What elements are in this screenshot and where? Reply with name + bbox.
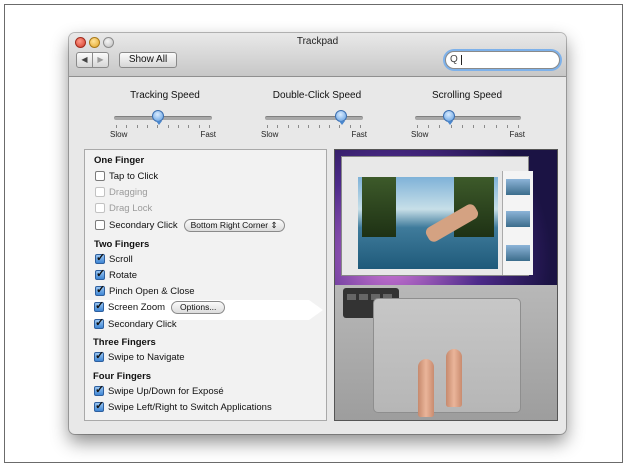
- fast-label: Fast: [509, 130, 525, 139]
- slider-track: [265, 116, 363, 120]
- preview-trackpad-area: [335, 285, 557, 420]
- swipe-expose-checkbox[interactable]: [94, 383, 104, 396]
- section-three-fingers: Three Fingers: [93, 336, 156, 348]
- section-four-fingers: Four Fingers: [93, 370, 152, 382]
- thumbnail-image: [506, 245, 530, 261]
- slider-knob[interactable]: [442, 110, 455, 125]
- swipe-navigate-checkbox[interactable]: [94, 349, 104, 362]
- fast-label: Fast: [200, 130, 216, 139]
- swipe-switch-checkbox[interactable]: [94, 399, 104, 412]
- scrolling-speed-label: Scrolling Speed: [431, 90, 503, 101]
- forward-arrow-icon: ▶: [97, 55, 104, 64]
- titlebar: Trackpad ◀ ▶ Show All Q: [69, 33, 566, 77]
- window-title: Trackpad: [296, 36, 339, 47]
- gesture-preview: [334, 149, 558, 421]
- slow-label: Slow: [261, 130, 279, 139]
- text-cursor: [461, 55, 462, 65]
- swipe-expose-option[interactable]: Swipe Up/Down for Exposé: [94, 383, 224, 398]
- double-click-speed-label: Double-Click Speed: [272, 90, 362, 101]
- screen-zoom-checkbox[interactable]: [94, 299, 104, 312]
- tracking-speed-slider[interactable]: Slow Fast: [110, 110, 216, 141]
- zoom-options-button[interactable]: Options...: [171, 300, 226, 314]
- tracking-speed-label: Tracking Speed: [130, 90, 200, 101]
- secondary-click-two-checkbox[interactable]: [94, 316, 104, 329]
- fast-label: Fast: [351, 130, 367, 139]
- search-field[interactable]: Q: [445, 51, 560, 69]
- scrolling-speed-slider[interactable]: Slow Fast: [411, 110, 525, 141]
- slider-knob[interactable]: [152, 110, 165, 125]
- slow-label: Slow: [411, 130, 429, 139]
- swipe-navigate-option[interactable]: Swipe to Navigate: [94, 349, 185, 364]
- trackpad-surface-image: [373, 298, 521, 417]
- slider-knob[interactable]: [335, 110, 348, 125]
- gesture-options-panel-lower: Screen Zoom Options... Secondary Click T…: [84, 149, 327, 421]
- screen-zoom-option[interactable]: Screen Zoom Options...: [94, 299, 226, 314]
- slider-track: [415, 116, 521, 120]
- swipe-navigate-label: Swipe to Navigate: [108, 351, 185, 363]
- thumbnail-image: [506, 179, 530, 195]
- screen-zoom-label: Screen Zoom: [108, 301, 166, 313]
- slider-ticks: [417, 125, 519, 128]
- swipe-switch-label: Swipe Left/Right to Switch Applications: [108, 401, 272, 413]
- finger-image: [446, 349, 462, 407]
- swipe-switch-option[interactable]: Swipe Left/Right to Switch Applications: [94, 399, 272, 414]
- slider-ticks: [267, 125, 361, 128]
- back-button[interactable]: ◀: [76, 52, 93, 68]
- preview-thumbnails: [502, 171, 533, 275]
- search-icon: Q: [450, 54, 458, 65]
- thumbnail-image: [506, 211, 530, 227]
- secondary-click-two-option[interactable]: Secondary Click: [94, 316, 177, 331]
- back-arrow-icon: ◀: [81, 55, 88, 64]
- finger-image: [418, 359, 434, 417]
- trees-image: [362, 177, 396, 237]
- trackpad-preferences-window: Trackpad ◀ ▶ Show All Q Tracking Speed D…: [69, 33, 566, 434]
- preview-photo: [358, 177, 498, 269]
- secondary-click-two-label: Secondary Click: [108, 318, 177, 330]
- slider-ticks: [116, 125, 210, 128]
- double-click-speed-slider[interactable]: Slow Fast: [261, 110, 367, 141]
- forward-button[interactable]: ▶: [92, 52, 109, 68]
- slow-label: Slow: [110, 130, 128, 139]
- preview-screen: [335, 150, 557, 285]
- swipe-expose-label: Swipe Up/Down for Exposé: [108, 385, 224, 397]
- show-all-button[interactable]: Show All: [119, 52, 177, 68]
- preview-photo-window: [341, 156, 533, 276]
